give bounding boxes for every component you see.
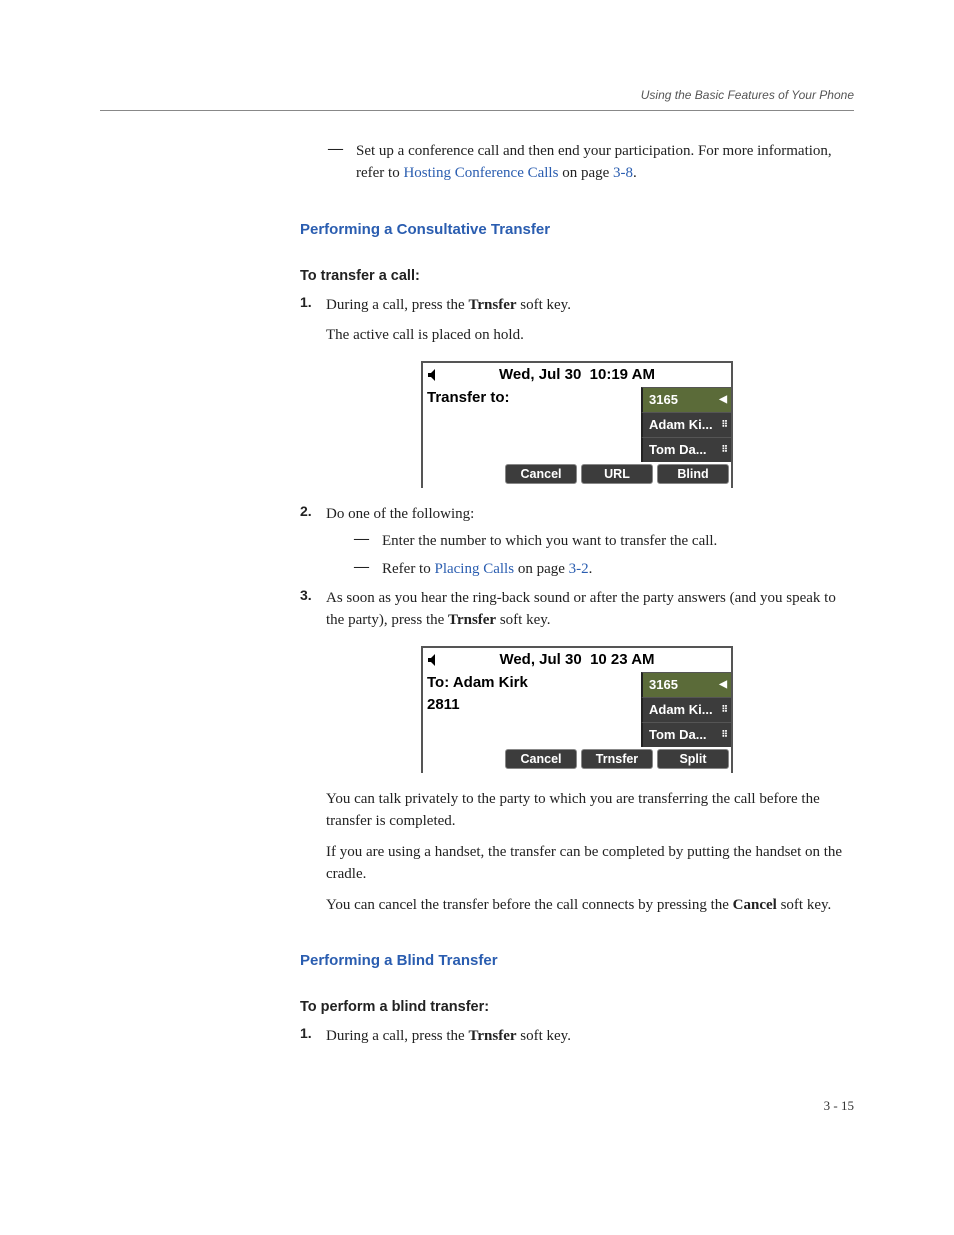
phone-screenshot-2: Wed, Jul 30 10 23 AM To: Adam Kirk 2811 …: [300, 646, 854, 774]
phone1-main-line2: [423, 409, 641, 413]
link-hosting-conference[interactable]: Hosting Conference Calls: [403, 165, 558, 181]
step-3-body: As soon as you hear the ring-back sound …: [326, 587, 854, 632]
heading-blind-transfer: Performing a Blind Transfer: [300, 952, 854, 969]
subheading-blind-transfer: To perform a blind transfer:: [300, 999, 854, 1015]
speaker-icon: [427, 653, 441, 667]
keypad-icon: ⠿: [721, 444, 727, 455]
step-number: 1.: [300, 1025, 326, 1048]
phone1-date: Wed, Jul 30: [499, 366, 581, 383]
step-1-body: During a call, press the Trnsfer soft ke…: [326, 294, 854, 317]
running-header: Using the Basic Features of Your Phone: [100, 88, 854, 102]
phone2-time: 10 23 AM: [590, 651, 654, 668]
softkey-split: Split: [657, 749, 729, 769]
page-ref[interactable]: 3-2: [569, 561, 589, 577]
phone1-linekey-1: 3165◀: [641, 387, 731, 412]
step-1-result: The active call is placed on hold.: [326, 324, 854, 347]
speaker-icon: [427, 368, 441, 382]
step-2-option-1: — Enter the number to which you want to …: [354, 531, 854, 553]
step-2-body: Do one of the following:: [326, 503, 854, 526]
phone-screenshot-1: Wed, Jul 30 10:19 AM Transfer to: 3165◀ …: [300, 361, 854, 489]
header-rule: [100, 110, 854, 111]
dash-bullet: —: [354, 559, 382, 581]
softkey-blind: Blind: [657, 464, 729, 484]
phone2-main-line2: 2811: [423, 694, 641, 717]
dash-bullet: —: [354, 531, 382, 553]
blind-step-1: 1. During a call, press the Trnsfer soft…: [300, 1025, 854, 1048]
step-2-option-2-text: Refer to Placing Calls on page 3-2.: [382, 559, 854, 581]
step-number: 1.: [300, 294, 326, 317]
softkey-trnsfer: Trnsfer: [581, 749, 653, 769]
phone2-date: Wed, Jul 30: [499, 651, 581, 668]
after-para-2: If you are using a handset, the transfer…: [326, 841, 854, 886]
phone2-softkey-row: Cancel Trnsfer Split: [423, 747, 731, 773]
after-para-3: You can cancel the transfer before the c…: [326, 894, 854, 917]
phone1-main-line1: Transfer to:: [423, 387, 641, 410]
softkey-cancel: Cancel: [505, 749, 577, 769]
subheading-to-transfer: To transfer a call:: [300, 268, 854, 284]
phone1-titlebar: Wed, Jul 30 10:19 AM: [423, 363, 731, 387]
heading-consultative-transfer: Performing a Consultative Transfer: [300, 221, 854, 238]
phone2-titlebar: Wed, Jul 30 10 23 AM: [423, 648, 731, 672]
step-1: 1. During a call, press the Trnsfer soft…: [300, 294, 854, 317]
phone1-linekey-3: Tom Da...⠿: [641, 437, 731, 462]
phone2-linekey-2: Adam Ki...⠿: [641, 697, 731, 722]
phone1-linekey-2: Adam Ki...⠿: [641, 412, 731, 437]
phone1-time: 10:19 AM: [590, 366, 655, 383]
keypad-icon: ⠿: [721, 419, 727, 430]
phone2-linekey-1: 3165◀: [641, 672, 731, 697]
blind-step-1-body: During a call, press the Trnsfer soft ke…: [326, 1025, 854, 1048]
after-para-1: You can talk privately to the party to w…: [326, 788, 854, 833]
keypad-icon: ⠿: [721, 704, 727, 715]
intro-dash-item: — Set up a conference call and then end …: [328, 141, 854, 185]
step-2-option-2: — Refer to Placing Calls on page 3-2.: [354, 559, 854, 581]
step-3: 3. As soon as you hear the ring-back sou…: [300, 587, 854, 632]
softkey-url: URL: [581, 464, 653, 484]
phone2-linekey-3: Tom Da...⠿: [641, 722, 731, 747]
step-number: 2.: [300, 503, 326, 526]
intro-dash-text: Set up a conference call and then end yo…: [356, 141, 854, 185]
page-number: 3 - 15: [100, 1098, 854, 1114]
arrow-left-icon: ◀: [719, 394, 727, 405]
keypad-icon: ⠿: [721, 729, 727, 740]
arrow-left-icon: ◀: [719, 679, 727, 690]
phone1-softkey-row: Cancel URL Blind: [423, 462, 731, 488]
step-number: 3.: [300, 587, 326, 632]
dash-bullet: —: [328, 141, 356, 185]
step-2-option-1-text: Enter the number to which you want to tr…: [382, 531, 854, 553]
softkey-cancel: Cancel: [505, 464, 577, 484]
link-placing-calls[interactable]: Placing Calls: [434, 561, 514, 577]
phone2-main-line1: To: Adam Kirk: [423, 672, 641, 695]
page-ref[interactable]: 3-8: [613, 165, 633, 181]
step-2: 2. Do one of the following:: [300, 503, 854, 526]
